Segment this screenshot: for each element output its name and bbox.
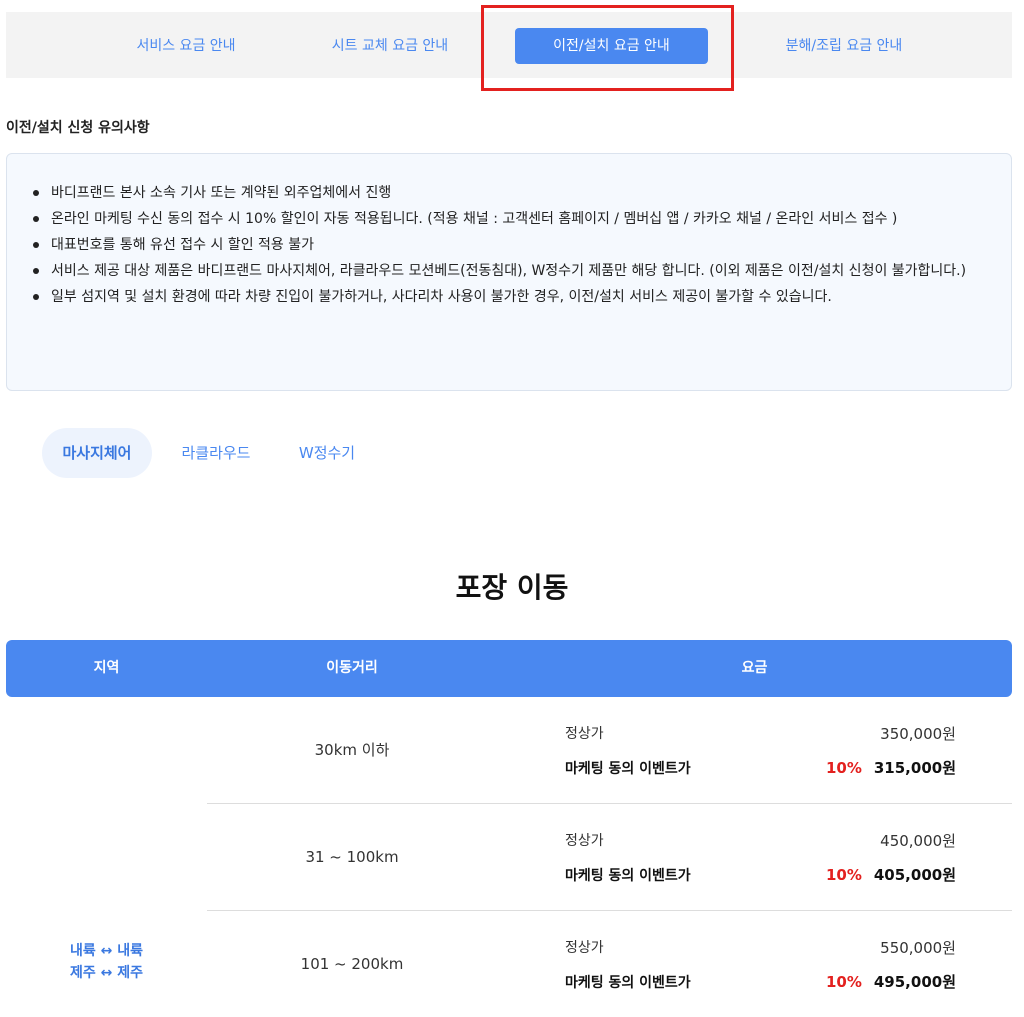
table-row: 101 ~ 200km 정상가 550,000원 마케팅 동의 이벤트가 10%… [207, 911, 1012, 1017]
notice-box: 바디프랜드 본사 소속 기사 또는 계약된 외주업체에서 진행 온라인 마케팅 … [6, 153, 1012, 391]
normal-price-label: 정상가 [565, 940, 604, 956]
bullet-icon [33, 294, 39, 300]
normal-price: 450,000원 [880, 832, 956, 850]
bullet-icon [33, 190, 39, 196]
notice-item-text: 서비스 제공 대상 제품은 바디프랜드 마사지체어, 라클라우드 모션베드(전동… [51, 263, 967, 279]
distance-cell: 31 ~ 100km [305, 848, 399, 866]
notice-item: 서비스 제공 대상 제품은 바디프랜드 마사지체어, 라클라우드 모션베드(전동… [31, 260, 987, 282]
product-tab-lacloud[interactable]: 라클라우드 [166, 428, 266, 478]
section-title: 포장 이동 [455, 571, 569, 604]
normal-price-label: 정상가 [565, 833, 604, 849]
notice-item: 일부 섬지역 및 설치 환경에 따라 차량 진입이 불가하거나, 사다리차 사용… [31, 286, 987, 308]
event-price-group: 10% 495,000원 [826, 971, 956, 992]
event-price-label: 마케팅 동의 이벤트가 [565, 868, 691, 884]
event-price-group: 10% 315,000원 [826, 757, 956, 778]
event-price: 315,000원 [873, 759, 956, 777]
event-price: 495,000원 [873, 973, 956, 991]
tab-disassembly-assembly-fee[interactable]: 분해/조립 요금 안내 [755, 28, 933, 64]
bullet-icon [33, 242, 39, 248]
notice-item-text: 온라인 마케팅 수신 동의 접수 시 10% 할인이 자동 적용됩니다. (적용… [51, 211, 898, 227]
distance-cell: 30km 이하 [314, 741, 390, 759]
tab-service-fee[interactable]: 서비스 요금 안내 [97, 28, 275, 64]
notice-item: 온라인 마케팅 수신 동의 접수 시 10% 할인이 자동 적용됩니다. (적용… [31, 208, 987, 230]
normal-price: 550,000원 [880, 939, 956, 957]
normal-price: 350,000원 [880, 725, 956, 743]
product-tab-massage-chair[interactable]: 마사지체어 [42, 428, 152, 478]
notice-title: 이전/설치 신청 유의사항 [6, 120, 150, 136]
notice-item-text: 대표번호를 통해 유선 접수 시 할인 적용 불가 [51, 237, 314, 253]
event-price: 405,000원 [873, 866, 956, 884]
header-fee: 요금 [741, 660, 768, 676]
event-price-group: 10% 405,000원 [826, 864, 956, 885]
fee-table-header: 지역 이동거리 요금 [6, 640, 1012, 697]
region-cell: 내륙 ↔ 내륙 제주 ↔ 제주 [6, 940, 207, 984]
active-tab-highlight-box [481, 5, 734, 91]
tab-seat-replacement-fee[interactable]: 시트 교체 요금 안내 [301, 28, 479, 64]
notice-item-text: 일부 섬지역 및 설치 환경에 따라 차량 진입이 불가하거나, 사다리차 사용… [51, 289, 832, 305]
table-row: 30km 이하 정상가 350,000원 마케팅 동의 이벤트가 10% 315,… [207, 697, 1012, 804]
region-label-jeju: 제주 ↔ 제주 [70, 965, 143, 981]
event-price-label: 마케팅 동의 이벤트가 [565, 761, 691, 777]
discount-rate: 10% [825, 973, 862, 991]
notice-item-text: 바디프랜드 본사 소속 기사 또는 계약된 외주업체에서 진행 [51, 185, 392, 201]
discount-rate: 10% [825, 866, 862, 884]
event-price-label: 마케팅 동의 이벤트가 [565, 975, 691, 991]
bullet-icon [33, 216, 39, 222]
bullet-icon [33, 268, 39, 274]
distance-cell: 101 ~ 200km [300, 955, 404, 973]
normal-price-label: 정상가 [565, 726, 604, 742]
product-tab-w-water-purifier[interactable]: W정수기 [282, 428, 372, 478]
discount-rate: 10% [825, 759, 862, 777]
header-distance: 이동거리 [326, 660, 378, 676]
region-label-mainland: 내륙 ↔ 내륙 [70, 943, 143, 959]
notice-item: 대표번호를 통해 유선 접수 시 할인 적용 불가 [31, 234, 987, 256]
notice-item: 바디프랜드 본사 소속 기사 또는 계약된 외주업체에서 진행 [31, 182, 987, 204]
notice-list: 바디프랜드 본사 소속 기사 또는 계약된 외주업체에서 진행 온라인 마케팅 … [31, 182, 987, 308]
table-row: 31 ~ 100km 정상가 450,000원 마케팅 동의 이벤트가 10% 4… [207, 804, 1012, 911]
header-region: 지역 [93, 660, 120, 676]
